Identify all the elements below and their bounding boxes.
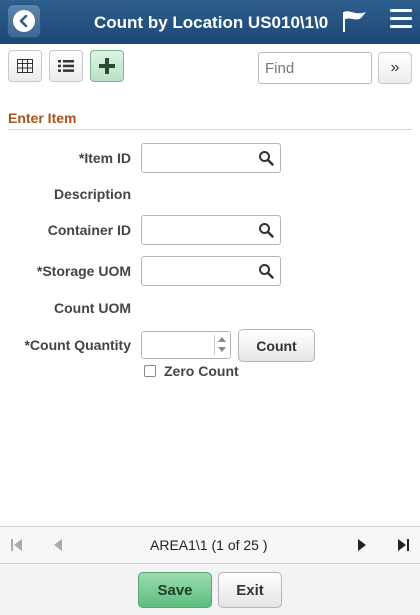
app-header: Count by Location US010\1\0 <box>0 0 420 44</box>
search-icon[interactable] <box>258 263 274 279</box>
exit-button[interactable]: Exit <box>218 572 282 608</box>
first-record-icon[interactable] <box>10 538 24 552</box>
grid-icon <box>17 59 33 73</box>
save-button[interactable]: Save <box>138 572 212 608</box>
storage-uom-label: *Storage UOM <box>36 263 131 279</box>
description-label: Description <box>53 186 131 202</box>
zero-count-label: Zero Count <box>164 363 239 379</box>
last-record-icon[interactable] <box>396 538 410 552</box>
quantity-stepper[interactable] <box>214 335 228 355</box>
previous-record-icon[interactable] <box>52 538 64 552</box>
storage-uom-input[interactable] <box>146 258 256 284</box>
footer: Save Exit <box>0 564 420 615</box>
count-quantity-input[interactable] <box>145 333 211 357</box>
count-quantity-label: *Count Quantity <box>24 337 131 353</box>
item-id-label: *Item ID <box>78 150 131 166</box>
record-navigation: AREA1\1 (1 of 25 ) <box>0 526 420 564</box>
add-button[interactable] <box>90 50 124 82</box>
search-icon[interactable] <box>258 222 274 238</box>
count-quantity-field <box>141 331 231 359</box>
menu-icon[interactable] <box>390 9 412 29</box>
grid-view-button[interactable] <box>8 50 42 82</box>
page-title: Count by Location US010\1\0 <box>94 13 329 32</box>
toolbar: » <box>0 44 420 92</box>
flag-icon[interactable] <box>341 9 369 38</box>
section-divider <box>8 129 412 130</box>
item-id-field <box>141 143 281 173</box>
count-uom-label: Count UOM <box>54 300 131 316</box>
container-id-label: Container ID <box>47 222 131 238</box>
list-view-button[interactable] <box>49 50 83 82</box>
stepper-up-icon[interactable] <box>218 337 226 342</box>
next-record-icon[interactable] <box>356 538 368 552</box>
container-id-input[interactable] <box>146 217 256 243</box>
back-arrow-icon <box>13 10 35 32</box>
expand-search-button[interactable]: » <box>378 52 412 84</box>
stepper-down-icon[interactable] <box>218 347 226 352</box>
record-count: AREA1\1 (1 of 25 ) <box>150 537 268 553</box>
storage-uom-field <box>141 256 281 286</box>
zero-count-checkbox[interactable] <box>144 365 156 377</box>
item-id-input[interactable] <box>146 145 256 171</box>
back-button[interactable] <box>7 4 41 38</box>
search-icon[interactable] <box>258 150 274 166</box>
plus-icon <box>99 58 115 74</box>
list-icon <box>58 60 74 72</box>
section-title: Enter Item <box>8 110 77 126</box>
find-input[interactable] <box>258 52 372 84</box>
container-id-field <box>141 215 281 245</box>
count-button[interactable]: Count <box>238 329 315 362</box>
